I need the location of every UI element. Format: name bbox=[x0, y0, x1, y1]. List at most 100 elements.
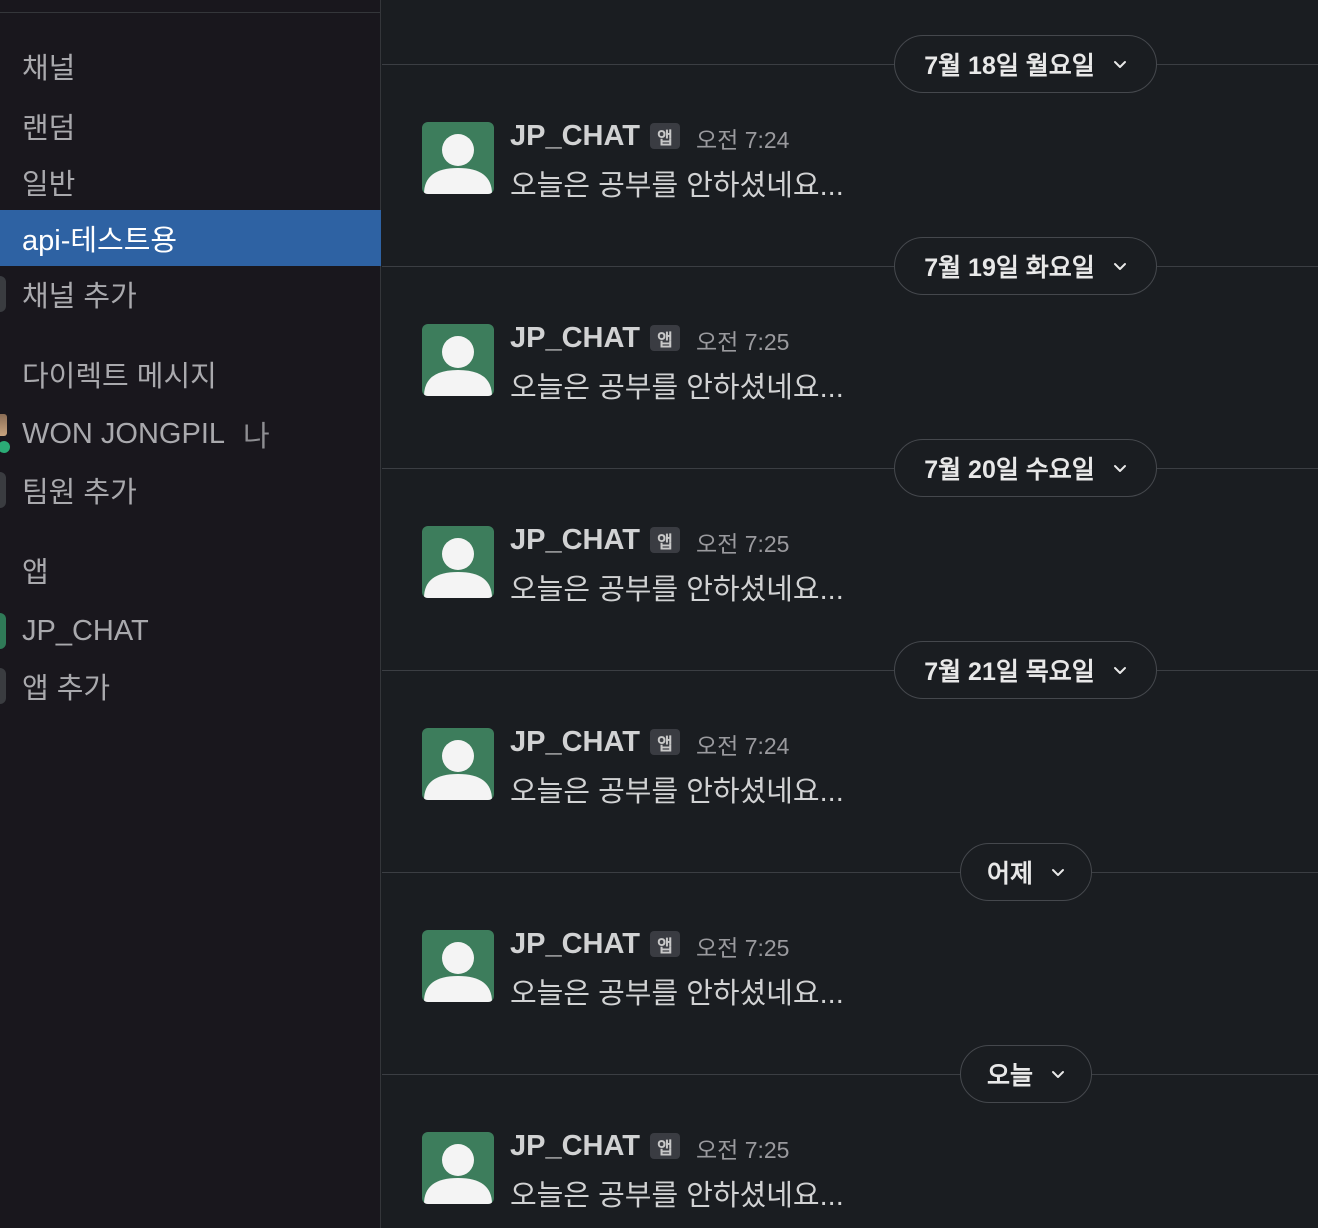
sidebar-item-label: api-테스트용 bbox=[22, 225, 178, 257]
sidebar-item-channel-api-test[interactable]: api-테스트용 bbox=[0, 210, 381, 266]
message-header: JP_CHAT 앱 오전 7:24 bbox=[510, 724, 789, 760]
sender-name[interactable]: JP_CHAT bbox=[510, 120, 640, 153]
app-badge: 앱 bbox=[650, 527, 680, 553]
message-text: 오늘은 공부를 안하셨네요... bbox=[510, 372, 844, 404]
add-channel-button[interactable]: 채널 추가 bbox=[0, 266, 381, 322]
bot-avatar[interactable] bbox=[422, 728, 494, 800]
sender-name[interactable]: JP_CHAT bbox=[510, 1130, 640, 1163]
bot-avatar[interactable] bbox=[422, 930, 494, 1002]
date-divider: 오늘 bbox=[382, 1045, 1318, 1105]
message-item[interactable]: JP_CHAT 앱 오전 7:25 오늘은 공부를 안하셨네요... bbox=[422, 524, 1282, 606]
message-item[interactable]: JP_CHAT 앱 오전 7:24 오늘은 공부를 안하셨네요... bbox=[422, 120, 1282, 202]
sidebar-divider bbox=[0, 12, 381, 13]
date-divider: 어제 bbox=[382, 843, 1318, 903]
chevron-down-icon bbox=[1113, 667, 1126, 674]
app-badge: 앱 bbox=[650, 729, 680, 755]
message-header: JP_CHAT 앱 오전 7:25 bbox=[510, 1128, 789, 1164]
divider-line bbox=[382, 670, 1318, 671]
apps-header-label: 앱 bbox=[22, 557, 49, 589]
chevron-down-icon bbox=[1052, 869, 1064, 876]
message-timestamp[interactable]: 오전 7:25 bbox=[696, 1127, 789, 1165]
bot-avatar[interactable] bbox=[422, 1132, 494, 1204]
message-pane: 7월 18일 월요일 JP_CHAT 앱 오전 7:24 오늘은 공부를 안하셨… bbox=[382, 0, 1318, 1228]
chevron-down-icon bbox=[1052, 1071, 1064, 1078]
add-teammate-button[interactable]: 팀원 추가 bbox=[0, 462, 381, 518]
message-item[interactable]: JP_CHAT 앱 오전 7:25 오늘은 공부를 안하셨네요... bbox=[422, 928, 1282, 1010]
message-timestamp[interactable]: 오전 7:25 bbox=[696, 925, 789, 963]
sidebar-item-channel-random[interactable]: 랜덤 bbox=[0, 98, 381, 154]
dm-user-name: WON JONGPIL bbox=[22, 417, 226, 450]
message-header: JP_CHAT 앱 오전 7:25 bbox=[510, 522, 789, 558]
sidebar-item-channel-general[interactable]: 일반 bbox=[0, 154, 381, 210]
app-badge: 앱 bbox=[650, 325, 680, 351]
date-jump-button[interactable]: 어제 bbox=[960, 843, 1092, 901]
date-jump-button[interactable]: 7월 20일 수요일 bbox=[894, 439, 1157, 497]
app-item-label: JP_CHAT bbox=[22, 614, 149, 647]
default-user-icon bbox=[424, 134, 492, 194]
message-header: JP_CHAT 앱 오전 7:25 bbox=[510, 320, 789, 356]
sender-name[interactable]: JP_CHAT bbox=[510, 928, 640, 961]
dm-header-label: 다이렉트 메시지 bbox=[22, 361, 217, 393]
chevron-down-icon bbox=[1113, 263, 1126, 270]
date-divider: 7월 20일 수요일 bbox=[382, 439, 1318, 499]
date-jump-button[interactable]: 오늘 bbox=[960, 1045, 1092, 1103]
app-badge: 앱 bbox=[650, 123, 680, 149]
message-header: JP_CHAT 앱 오전 7:25 bbox=[510, 926, 789, 962]
dm-section-header[interactable]: 다이렉트 메시지 bbox=[0, 346, 381, 402]
divider-line bbox=[382, 1074, 1318, 1075]
date-divider: 7월 19일 화요일 bbox=[382, 237, 1318, 297]
channels-section-header[interactable]: 채널 bbox=[0, 38, 381, 94]
bot-avatar[interactable] bbox=[422, 526, 494, 598]
message-timestamp[interactable]: 오전 7:24 bbox=[696, 723, 789, 761]
message-item[interactable]: JP_CHAT 앱 오전 7:25 오늘은 공부를 안하셨네요... bbox=[422, 322, 1282, 404]
add-channel-label: 채널 추가 bbox=[22, 281, 137, 313]
date-divider: 7월 18일 월요일 bbox=[382, 35, 1318, 95]
message-text: 오늘은 공부를 안하셨네요... bbox=[510, 776, 844, 808]
date-label: 7월 18일 월요일 bbox=[924, 52, 1095, 80]
self-tag: 나 bbox=[243, 421, 270, 453]
message-text: 오늘은 공부를 안하셨네요... bbox=[510, 170, 844, 202]
sender-name[interactable]: JP_CHAT bbox=[510, 524, 640, 557]
sender-name[interactable]: JP_CHAT bbox=[510, 726, 640, 759]
sender-name[interactable]: JP_CHAT bbox=[510, 322, 640, 355]
add-app-button[interactable]: 앱 추가 bbox=[0, 658, 381, 714]
date-divider: 7월 21일 목요일 bbox=[382, 641, 1318, 701]
app-badge: 앱 bbox=[650, 931, 680, 957]
date-label: 7월 20일 수요일 bbox=[924, 456, 1095, 484]
message-text: 오늘은 공부를 안하셨네요... bbox=[510, 1180, 844, 1212]
default-user-icon bbox=[424, 942, 492, 1002]
default-user-icon bbox=[424, 336, 492, 396]
chevron-down-icon bbox=[1113, 465, 1126, 472]
sidebar-item-label: 랜덤 bbox=[22, 113, 76, 145]
slack-app: 채널 랜덤 일반 api-테스트용 채널 추가 다이렉트 메시지 WON JON… bbox=[0, 0, 1318, 1228]
date-jump-button[interactable]: 7월 19일 화요일 bbox=[894, 237, 1157, 295]
message-header: JP_CHAT 앱 오전 7:24 bbox=[510, 118, 789, 154]
apps-section-header[interactable]: 앱 bbox=[0, 542, 381, 598]
message-timestamp[interactable]: 오전 7:25 bbox=[696, 319, 789, 357]
date-label: 7월 19일 화요일 bbox=[924, 254, 1095, 282]
divider-line bbox=[382, 872, 1318, 873]
message-timestamp[interactable]: 오전 7:25 bbox=[696, 521, 789, 559]
message-text: 오늘은 공부를 안하셨네요... bbox=[510, 978, 844, 1010]
message-timestamp[interactable]: 오전 7:24 bbox=[696, 117, 789, 155]
default-user-icon bbox=[424, 538, 492, 598]
date-label: 오늘 bbox=[986, 1062, 1033, 1090]
sidebar-item-label: 일반 bbox=[22, 169, 76, 201]
divider-line bbox=[382, 468, 1318, 469]
message-item[interactable]: JP_CHAT 앱 오전 7:25 오늘은 공부를 안하셨네요... bbox=[422, 1130, 1282, 1212]
bot-avatar[interactable] bbox=[422, 122, 494, 194]
default-user-icon bbox=[424, 1144, 492, 1204]
sidebar: 채널 랜덤 일반 api-테스트용 채널 추가 다이렉트 메시지 WON JON… bbox=[0, 0, 381, 1228]
date-label: 어제 bbox=[986, 860, 1033, 888]
message-text: 오늘은 공부를 안하셨네요... bbox=[510, 574, 844, 606]
bot-avatar[interactable] bbox=[422, 324, 494, 396]
date-label: 7월 21일 목요일 bbox=[924, 658, 1095, 686]
app-badge: 앱 bbox=[650, 1133, 680, 1159]
date-jump-button[interactable]: 7월 18일 월요일 bbox=[894, 35, 1157, 93]
sidebar-item-app-jp-chat[interactable]: JP_CHAT bbox=[0, 603, 381, 659]
divider-line bbox=[382, 64, 1318, 65]
sidebar-item-dm-self[interactable]: WON JONGPIL 나 bbox=[0, 406, 381, 462]
default-user-icon bbox=[424, 740, 492, 800]
message-item[interactable]: JP_CHAT 앱 오전 7:24 오늘은 공부를 안하셨네요... bbox=[422, 726, 1282, 808]
date-jump-button[interactable]: 7월 21일 목요일 bbox=[894, 641, 1157, 699]
